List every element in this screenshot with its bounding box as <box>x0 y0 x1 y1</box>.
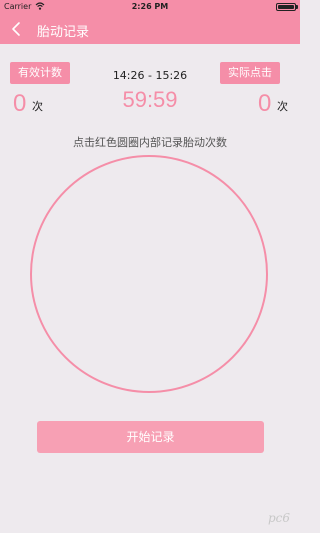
start-recording-button[interactable]: 开始记录 <box>37 421 264 453</box>
chevron-left-icon[interactable] <box>10 20 24 38</box>
actual-clicks-value: 0 <box>258 90 272 117</box>
watermark-logo: pc6 <box>267 511 290 525</box>
actual-clicks-label: 实际点击 <box>220 62 280 84</box>
countdown-timer: 59:59 <box>122 87 178 112</box>
battery-icon <box>276 3 296 11</box>
page-title: 胎动记录 <box>37 25 90 40</box>
status-time: 2:26 PM <box>131 2 169 11</box>
nav-bar: 胎动记录 <box>0 14 300 44</box>
instruction-hint: 点击红色圆圈内部记录胎动次数 <box>73 136 227 149</box>
kick-tap-circle[interactable] <box>30 155 268 393</box>
actual-clicks-unit: 次 <box>277 100 288 113</box>
status-bar: Carrier 2:26 PM <box>0 0 300 14</box>
battery-cap <box>296 5 298 9</box>
